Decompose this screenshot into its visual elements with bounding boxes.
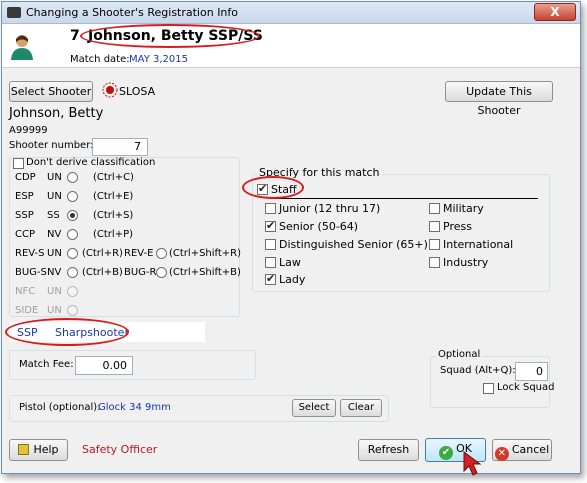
senior-label: Senior (50-64) bbox=[279, 220, 359, 233]
distinguished-senior-label: Distinguished Senior (65+) bbox=[279, 238, 428, 251]
shortcut-label: (Ctrl+B) bbox=[82, 267, 123, 278]
squad-input[interactable]: 0 bbox=[515, 362, 548, 381]
industry-label: Industry bbox=[443, 256, 489, 269]
press-label: Press bbox=[443, 220, 472, 233]
division-radio-rev-s[interactable] bbox=[67, 248, 78, 259]
help-icon bbox=[18, 444, 30, 455]
shortcut-label: (Ctrl+R) bbox=[82, 248, 123, 259]
shortcut-label: (Ctrl+S) bbox=[93, 210, 134, 221]
match-fee-input[interactable]: 0.00 bbox=[75, 356, 133, 375]
class-label: SS bbox=[47, 210, 60, 221]
shortcut-label: (Ctrl+C) bbox=[93, 172, 134, 183]
title-bar: Changing a Shooter's Registration Info X bbox=[2, 2, 580, 24]
match-date-value: MAY 3,2015 bbox=[129, 54, 188, 65]
class-label: UN bbox=[47, 305, 62, 316]
window-title: Changing a Shooter's Registration Info bbox=[26, 6, 239, 19]
military-checkbox[interactable] bbox=[429, 203, 440, 214]
highlight-oval-name bbox=[80, 24, 260, 48]
class-label: UN bbox=[47, 248, 62, 259]
cancel-label: Cancel bbox=[511, 443, 550, 456]
dialog-window: Changing a Shooter's Registration Info X… bbox=[1, 1, 581, 476]
dont-derive-checkbox[interactable] bbox=[13, 158, 24, 169]
cancel-button[interactable]: ✕ Cancel bbox=[492, 439, 552, 461]
shortcut-label: (Ctrl+Shift+B) bbox=[169, 267, 241, 278]
highlight-oval-class bbox=[5, 318, 129, 346]
division-label: NFC bbox=[15, 286, 36, 297]
division-radio-rev-e[interactable] bbox=[156, 248, 167, 259]
org-label: SLOSA bbox=[119, 85, 156, 98]
help-label: Help bbox=[33, 443, 59, 456]
press-checkbox[interactable] bbox=[429, 221, 440, 232]
slosa-target-icon bbox=[102, 82, 118, 98]
help-button[interactable]: Help bbox=[9, 439, 68, 461]
app-icon bbox=[7, 7, 21, 18]
mouse-cursor-icon bbox=[463, 451, 482, 476]
division-radio-ccp[interactable] bbox=[67, 229, 78, 240]
shooter-avatar-icon bbox=[11, 35, 33, 60]
header-panel: 7 Johnson, Betty SSP/SS Match date: MAY … bbox=[2, 24, 580, 68]
role-label: Safety Officer bbox=[82, 443, 158, 456]
junior-checkbox[interactable] bbox=[265, 203, 276, 214]
international-checkbox[interactable] bbox=[429, 239, 440, 250]
close-button[interactable]: X bbox=[534, 3, 576, 21]
division-label: REV-E bbox=[124, 248, 154, 259]
pistol-clear-button[interactable]: Clear bbox=[340, 399, 382, 417]
division-label: REV-S bbox=[15, 248, 45, 259]
match-date-label: Match date: bbox=[70, 54, 130, 65]
division-radio-bug-r[interactable] bbox=[156, 267, 167, 278]
division-radio-bug-s[interactable] bbox=[67, 267, 78, 278]
ok-check-icon: ✔ bbox=[439, 446, 454, 460]
division-radio-side[interactable] bbox=[67, 305, 78, 316]
division-label: BUG-R bbox=[124, 267, 157, 278]
shooter-number-heading: 7 bbox=[70, 28, 80, 44]
class-label: NV bbox=[47, 229, 62, 240]
senior-checkbox[interactable] bbox=[265, 219, 276, 232]
optional-title: Optional bbox=[436, 349, 483, 360]
refresh-button[interactable]: Refresh bbox=[358, 439, 419, 461]
division-radio-ssp[interactable] bbox=[67, 210, 78, 221]
match-fee-label: Match Fee: bbox=[19, 359, 74, 370]
military-label: Military bbox=[443, 202, 484, 215]
shooter-number-input[interactable]: 7 bbox=[92, 138, 148, 156]
industry-checkbox[interactable] bbox=[429, 257, 440, 268]
division-label: BUG-S bbox=[15, 267, 47, 278]
class-label: UN bbox=[47, 286, 62, 297]
international-label: International bbox=[443, 238, 514, 251]
distinguished-senior-checkbox[interactable] bbox=[265, 239, 276, 250]
junior-label: Junior (12 thru 17) bbox=[279, 202, 381, 215]
shooter-id: A99999 bbox=[9, 125, 48, 136]
staff-underline bbox=[270, 198, 538, 199]
shooter-name: Johnson, Betty bbox=[9, 106, 104, 121]
shortcut-label: (Ctrl+E) bbox=[93, 191, 134, 202]
shooter-number-label: Shooter number: bbox=[9, 140, 94, 151]
division-label: ESP bbox=[15, 191, 34, 202]
pistol-value: Glock 34 9mm bbox=[98, 402, 171, 413]
division-label: CCP bbox=[15, 229, 35, 240]
lock-squad-label: Lock Squad bbox=[497, 382, 555, 393]
law-checkbox[interactable] bbox=[265, 257, 276, 268]
lady-label: Lady bbox=[279, 273, 306, 286]
class-label: UN bbox=[47, 191, 62, 202]
division-radio-esp[interactable] bbox=[67, 191, 78, 202]
division-label: CDP bbox=[15, 172, 36, 183]
update-shooter-button[interactable]: Update This Shooter bbox=[445, 81, 553, 117]
law-label: Law bbox=[279, 256, 301, 269]
class-label: NV bbox=[47, 267, 62, 278]
lock-squad-checkbox[interactable] bbox=[483, 383, 494, 394]
shortcut-label: (Ctrl+Shift+R) bbox=[169, 248, 242, 259]
pistol-select-button[interactable]: Select bbox=[292, 399, 336, 417]
pistol-label: Pistol (optional): bbox=[19, 402, 101, 413]
division-radio-nfc[interactable] bbox=[67, 286, 78, 297]
squad-label: Squad (Alt+Q): bbox=[440, 365, 516, 376]
dont-derive-label: Don't derive classification bbox=[26, 157, 156, 168]
cancel-x-icon: ✕ bbox=[494, 447, 509, 461]
division-label: SSP bbox=[15, 210, 34, 221]
lady-checkbox[interactable] bbox=[265, 272, 276, 285]
highlight-oval-staff bbox=[242, 176, 304, 199]
select-shooter-button[interactable]: Select Shooter bbox=[9, 81, 93, 102]
division-label: SIDE bbox=[15, 305, 39, 316]
class-label: UN bbox=[47, 172, 62, 183]
division-radio-cdp[interactable] bbox=[67, 172, 78, 183]
shortcut-label: (Ctrl+P) bbox=[93, 229, 134, 240]
